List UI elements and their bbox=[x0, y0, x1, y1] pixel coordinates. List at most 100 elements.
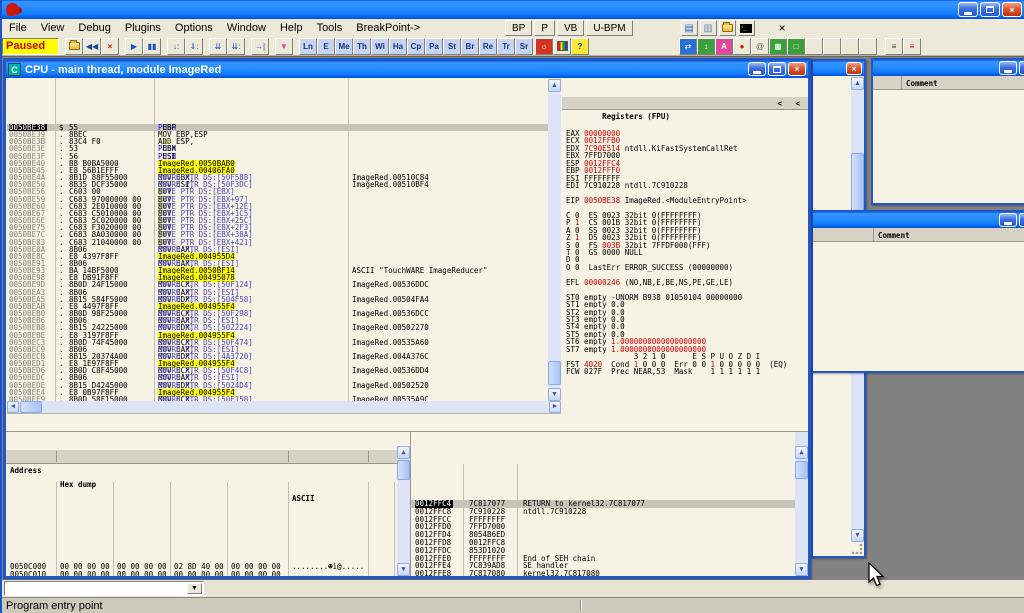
stack-pane[interactable]: 0012FFC47C817077RETURN to kernel32.7C817… bbox=[410, 431, 808, 576]
cpu-minimize-button[interactable] bbox=[748, 62, 766, 76]
menu-item-window[interactable]: Window bbox=[220, 20, 273, 36]
win1-restore-button[interactable] bbox=[1019, 61, 1024, 75]
menu-item-view[interactable]: View bbox=[34, 20, 72, 36]
disasm-row[interactable]: 0050BE9D.8B0D 24F15000MOV ECX,DWORD PTR … bbox=[7, 281, 548, 288]
menu-item-options[interactable]: Options bbox=[168, 20, 220, 36]
blank-button[interactable] bbox=[841, 38, 859, 55]
menu-item-debug[interactable]: Debug bbox=[71, 20, 117, 36]
comment-window-2-titlebar[interactable]: × bbox=[813, 212, 1024, 228]
window-button-me[interactable]: Me bbox=[335, 38, 353, 55]
step-into-button[interactable]: ↓: bbox=[167, 38, 185, 55]
notebook-icon[interactable]: ▥ bbox=[700, 20, 717, 36]
animate-over-button[interactable]: ⇊: bbox=[227, 38, 245, 55]
spiral-button[interactable]: @ bbox=[751, 38, 769, 55]
register-line[interactable]: T 0 GS 0000 NULL bbox=[562, 249, 808, 256]
restore-button[interactable] bbox=[980, 2, 1000, 17]
go-to-button[interactable]: ▼ bbox=[275, 38, 293, 55]
comment-window-2-header[interactable]: Comment bbox=[813, 228, 1024, 242]
register-line[interactable]: FCW 027F Prec NEAR,53 Mask 1 1 1 1 1 1 bbox=[562, 368, 808, 375]
execute-till-return-button[interactable]: →| bbox=[251, 38, 269, 55]
window-button-ha[interactable]: Ha bbox=[389, 38, 407, 55]
register-line[interactable]: EFL 00000246 (NO,NB,E,BE,NS,PE,GE,LE) bbox=[562, 279, 808, 286]
register-line[interactable]: EDI 7C910228 ntdll.7C910228 bbox=[562, 182, 808, 189]
window-button-sr[interactable]: Sr bbox=[515, 38, 533, 55]
fragment-close-button[interactable]: × bbox=[846, 62, 862, 75]
toolbar-close-icon[interactable]: × bbox=[773, 21, 792, 35]
window-button-st[interactable]: St bbox=[443, 38, 461, 55]
ascii-a-button[interactable]: A bbox=[715, 38, 733, 55]
menu-item-plugins[interactable]: Plugins bbox=[118, 20, 168, 36]
close-button[interactable]: × bbox=[1002, 2, 1022, 17]
registers-collapse-icon[interactable]: < bbox=[795, 97, 800, 110]
menu-item-file[interactable]: File bbox=[2, 20, 34, 36]
disasm-row[interactable]: 0050BE3E.53PUSH EBX bbox=[7, 145, 548, 152]
plugin-button-p[interactable]: P bbox=[534, 20, 555, 36]
stack-row[interactable]: 0012FFE87C817080kernel32.7C817080 bbox=[411, 570, 808, 576]
registers-pane[interactable]: Registers (FPU) < < EAX 00000000ECX 0012… bbox=[562, 79, 808, 433]
plugin-button-vb[interactable]: VB bbox=[557, 20, 584, 36]
record-dot-button[interactable]: ● bbox=[733, 38, 751, 55]
resize-grip[interactable] bbox=[850, 542, 864, 556]
disassembly-pane[interactable]: 0050BE38$55PUSH EBP0050BE39.8BECMOV EBP,… bbox=[7, 79, 548, 401]
disasm-row[interactable]: 0050BE8C.E8 4397F8FFCALL ImageRed.004955… bbox=[7, 253, 548, 260]
register-line[interactable]: EIP 0050BE38 ImageRed.<ModuleEntryPoint> bbox=[562, 197, 808, 204]
disasm-row[interactable]: 0050BE38$55PUSH EBP bbox=[7, 124, 548, 131]
info-pane[interactable]: EBP=0012FFF0 bbox=[7, 413, 561, 430]
keyboard-button[interactable]: ▦ bbox=[769, 38, 787, 55]
open-file-button[interactable] bbox=[65, 38, 83, 55]
folder-icon[interactable] bbox=[719, 20, 736, 36]
disasm-row[interactable]: 0050BEB0.8B0D 98F25000MOV ECX,DWORD PTR … bbox=[7, 310, 548, 317]
comment-window-2[interactable]: × Comment ▲ ▼ bbox=[811, 210, 1024, 373]
cpu-close-button[interactable]: × bbox=[788, 62, 806, 76]
animate-into-button[interactable]: ⇊ bbox=[209, 38, 227, 55]
register-line[interactable]: O 0 LastErr ERROR_SUCCESS (00000000) bbox=[562, 264, 808, 271]
win2-minimize-button[interactable] bbox=[999, 213, 1017, 227]
dump-header-address[interactable]: Address bbox=[10, 464, 42, 478]
swap-arrows-button[interactable]: ⇄ bbox=[679, 38, 697, 55]
blank-button[interactable] bbox=[805, 38, 823, 55]
disasm-row[interactable]: 0050BEC3.8B0D 74F45000MOV ECX,DWORD PTR … bbox=[7, 339, 548, 346]
step-over-button[interactable]: ⇓: bbox=[185, 38, 203, 55]
console-icon[interactable]: ›_ bbox=[738, 20, 755, 36]
hlines-red-button[interactable]: ≡ bbox=[903, 38, 921, 55]
dump-row[interactable]: 0050C01000 00 00 0000 00 00 0000 00 00 0… bbox=[6, 571, 410, 576]
menu-item-help[interactable]: Help bbox=[273, 20, 310, 36]
window-button-wi[interactable]: Wi bbox=[371, 38, 389, 55]
menu-item-breakpoint[interactable]: BreakPoint-> bbox=[349, 20, 427, 36]
minimize-button[interactable] bbox=[958, 2, 978, 17]
plugin-button-u-bpm[interactable]: U-BPM bbox=[586, 20, 632, 36]
win2-restore-button[interactable] bbox=[1019, 213, 1024, 227]
pause-button[interactable]: ▮▮ bbox=[143, 38, 161, 55]
main-titlebar[interactable]: × bbox=[2, 0, 1024, 19]
blank-button[interactable] bbox=[859, 38, 877, 55]
stack-scrollbar[interactable]: ▲ ▼ bbox=[795, 432, 808, 576]
disassembly-hscrollbar[interactable]: ◄ ► bbox=[7, 401, 561, 413]
comment-window-1-header[interactable]: Comment bbox=[873, 76, 1024, 90]
cpu-window[interactable]: C CPU - main thread, module ImageRed × 0… bbox=[3, 58, 811, 579]
hlines-button[interactable]: ≡ bbox=[885, 38, 903, 55]
command-line-combobox[interactable]: ▼ bbox=[4, 581, 204, 596]
log-doc-icon[interactable]: ▤ bbox=[681, 20, 698, 36]
close-process-button[interactable]: × bbox=[101, 38, 119, 55]
window-button-cp[interactable]: Cp bbox=[407, 38, 425, 55]
dump-scrollbar[interactable]: ▲ ▼ bbox=[397, 446, 410, 576]
win1-minimize-button[interactable] bbox=[999, 61, 1017, 75]
screen-button[interactable]: □ bbox=[787, 38, 805, 55]
cpu-restore-button[interactable] bbox=[768, 62, 786, 76]
comment-window-1[interactable]: × Comment ▲ ▼ bbox=[871, 58, 1024, 205]
menu-item-tools[interactable]: Tools bbox=[310, 20, 350, 36]
restart-button[interactable]: ◀◀ bbox=[83, 38, 101, 55]
hex-dump-pane[interactable]: Address Hex dump ASCII 0050C00000 00 00 … bbox=[6, 431, 410, 576]
appearance-button[interactable] bbox=[553, 38, 571, 55]
updown-button[interactable]: ↕ bbox=[697, 38, 715, 55]
combobox-dropdown-icon[interactable]: ▼ bbox=[187, 583, 202, 594]
run-button[interactable]: ▶ bbox=[125, 38, 143, 55]
help-button[interactable]: ? bbox=[571, 38, 589, 55]
window-button-br[interactable]: Br bbox=[461, 38, 479, 55]
disasm-row[interactable]: 0050BE83.C683 21040000 00MOV BYTE PTR DS… bbox=[7, 239, 548, 246]
disassembly-scrollbar[interactable]: ▲ ▼ bbox=[548, 79, 561, 401]
comment-window-1-titlebar[interactable]: × bbox=[873, 60, 1024, 76]
window-button-tr[interactable]: Tr bbox=[497, 38, 515, 55]
window-button-e[interactable]: E bbox=[317, 38, 335, 55]
blank-button[interactable] bbox=[823, 38, 841, 55]
